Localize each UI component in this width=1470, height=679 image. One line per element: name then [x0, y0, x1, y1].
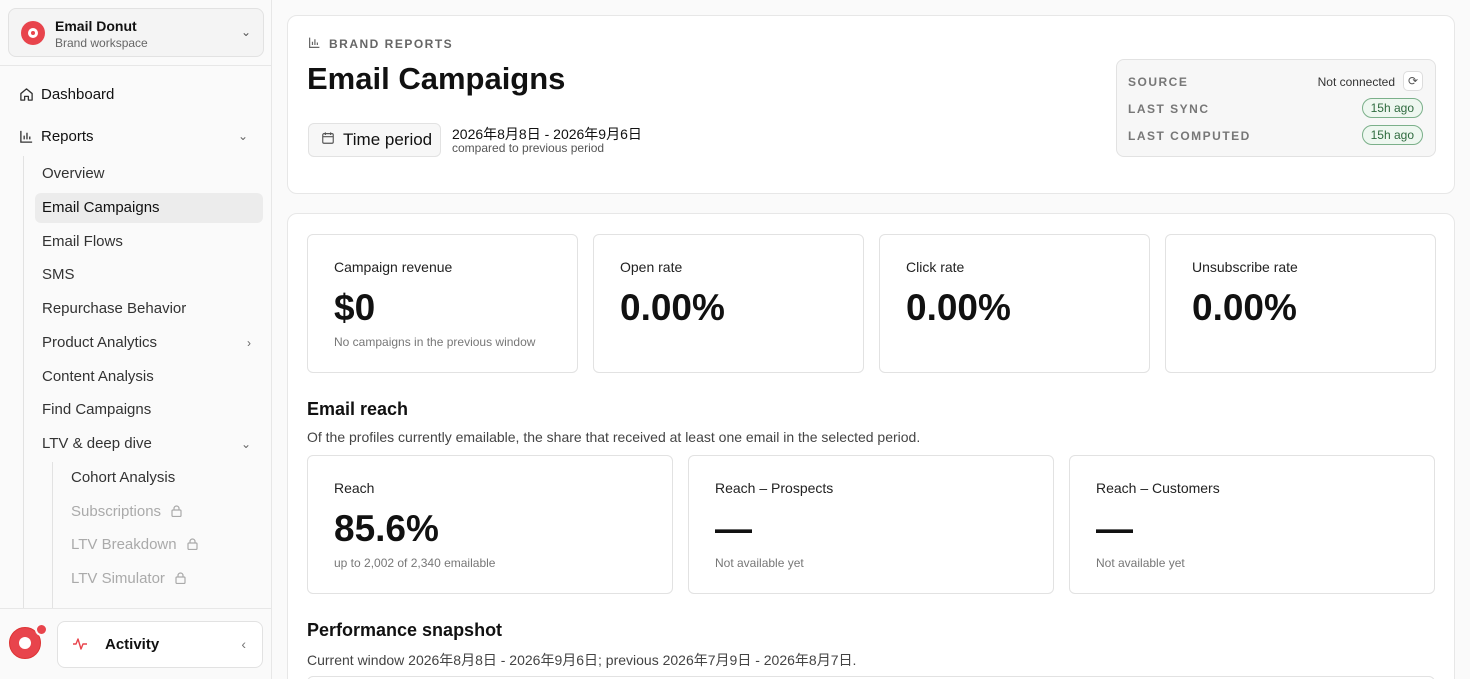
kpi-label: Unsubscribe rate: [1192, 259, 1298, 275]
divider: [0, 608, 271, 609]
calendar-icon: [321, 131, 335, 150]
sidebar-item-product-analytics[interactable]: Product Analytics ›: [35, 328, 263, 358]
kpi-card-click-rate: Click rate 0.00%: [879, 234, 1150, 373]
breadcrumb: BRAND REPORTS: [308, 36, 453, 52]
sidebar-item-repurchase-behavior[interactable]: Repurchase Behavior: [35, 294, 263, 324]
kpi-card-unsubscribe-rate: Unsubscribe rate 0.00%: [1165, 234, 1436, 373]
sidebar-item-email-flows[interactable]: Email Flows: [35, 227, 263, 257]
sidebar-item-ltv-simulator: LTV Simulator: [64, 564, 186, 594]
kpi-label: Reach – Prospects: [715, 480, 834, 496]
kpi-value: 0.00%: [906, 287, 1011, 328]
last-sync-label: LAST SYNC: [1128, 102, 1210, 116]
source-value: Not connected: [1317, 75, 1395, 89]
chevron-down-icon[interactable]: ⌄: [238, 129, 248, 143]
workspace-logo: [21, 21, 45, 45]
sidebar-item-content-analysis[interactable]: Content Analysis: [35, 362, 263, 392]
nav-rail: [52, 462, 53, 608]
lock-icon: [175, 565, 186, 585]
kpi-value: —: [715, 508, 752, 549]
last-computed-label: LAST COMPUTED: [1128, 129, 1251, 143]
divider: [0, 65, 271, 66]
kpi-card-open-rate: Open rate 0.00%: [593, 234, 864, 373]
kpi-value: —: [1096, 508, 1133, 549]
page-header: BRAND REPORTS Email Campaigns Time perio…: [287, 15, 1455, 194]
kpi-value: 85.6%: [334, 508, 439, 549]
nav-dashboard[interactable]: Dashboard: [18, 86, 114, 103]
lock-icon: [171, 498, 182, 518]
comparison-text: compared to previous period: [452, 141, 605, 155]
reach-prospects-card: Reach – Prospects — Not available yet: [688, 455, 1054, 594]
sidebar-item-overview[interactable]: Overview: [35, 159, 263, 189]
sidebar-item-label: LTV & deep dive: [42, 435, 152, 452]
notification-badge: [35, 623, 48, 636]
time-period-label: Time period: [343, 130, 433, 149]
reach-card: Reach 85.6% up to 2,002 of 2,340 emailab…: [307, 455, 673, 594]
kpi-label: Reach: [334, 480, 375, 496]
nav-reports[interactable]: Reports: [18, 128, 94, 145]
kpi-note: Not available yet: [1096, 556, 1185, 570]
sidebar: Email Donut Brand workspace ⌄ Dashboard …: [0, 0, 272, 679]
eyebrow-label: BRAND REPORTS: [329, 37, 454, 51]
page-title: Email Campaigns: [307, 61, 566, 96]
kpi-value: $0: [334, 287, 376, 328]
sidebar-item-label: LTV Simulator: [71, 570, 165, 587]
activity-label: Activity: [105, 636, 160, 653]
chevron-down-icon: ⌄: [240, 25, 251, 39]
home-icon: [18, 87, 34, 103]
status-badge: 15h ago: [1361, 98, 1423, 118]
lock-icon: [187, 531, 198, 551]
sidebar-item-email-campaigns[interactable]: Email Campaigns: [35, 193, 263, 223]
kpi-label: Open rate: [620, 259, 683, 275]
workspace-switcher[interactable]: Email Donut Brand workspace ⌄: [8, 8, 264, 57]
kpi-note: Not available yet: [715, 556, 804, 570]
kpi-label: Reach – Customers: [1096, 480, 1220, 496]
sidebar-item-subscriptions: Subscriptions: [64, 497, 182, 527]
bar-chart-icon: [18, 129, 34, 145]
bar-chart-icon: [308, 36, 321, 52]
sidebar-item-label: Subscriptions: [71, 503, 162, 520]
kpi-label: Click rate: [906, 259, 965, 275]
time-period-button[interactable]: Time period: [308, 123, 441, 157]
kpi-value: 0.00%: [1192, 287, 1297, 328]
nav-reports-label: Reports: [41, 128, 94, 145]
sidebar-item-cohort-analysis[interactable]: Cohort Analysis: [64, 463, 175, 493]
section-title-email-reach: Email reach: [307, 399, 409, 419]
workspace-name: Email Donut: [55, 18, 137, 34]
kpi-label: Campaign revenue: [334, 259, 453, 275]
kpi-card-campaign-revenue: Campaign revenue $0 No campaigns in the …: [307, 234, 578, 373]
pulse-icon: [72, 636, 88, 657]
sidebar-item-ltv-breakdown: LTV Breakdown: [64, 530, 198, 560]
activity-button[interactable]: Activity ‹: [57, 621, 263, 668]
section-title-performance-snapshot: Performance snapshot: [307, 620, 503, 640]
kpi-note: up to 2,002 of 2,340 emailable: [334, 556, 496, 570]
sidebar-item-sms[interactable]: SMS: [35, 260, 263, 290]
chevron-down-icon: ⌄: [240, 437, 251, 451]
refresh-icon[interactable]: ⟳: [1403, 71, 1423, 91]
workspace-subtitle: Brand workspace: [55, 36, 148, 50]
nav-dashboard-label: Dashboard: [41, 86, 115, 103]
section-description: Of the profiles currently emailable, the…: [307, 429, 921, 445]
source-label: SOURCE: [1128, 75, 1189, 89]
sidebar-item-label: LTV Breakdown: [71, 536, 177, 553]
chevron-left-icon: ‹: [241, 636, 246, 652]
kpi-note: No campaigns in the previous window: [334, 335, 536, 349]
kpi-value: 0.00%: [620, 287, 725, 328]
sidebar-item-ltv-deep-dive[interactable]: LTV & deep dive ⌄: [35, 429, 263, 459]
status-badge: 15h ago: [1361, 125, 1423, 145]
nav-rail: [23, 156, 24, 608]
sync-status-panel: SOURCE Not connected ⟳ LAST SYNC 15h ago…: [1116, 59, 1436, 157]
reach-customers-card: Reach – Customers — Not available yet: [1069, 455, 1435, 594]
report-content: Campaign revenue $0 No campaigns in the …: [287, 213, 1455, 679]
section-description: Current window 2026年8月8日 - 2026年9月6日; pr…: [307, 652, 857, 668]
sidebar-item-label: Product Analytics: [42, 334, 158, 351]
sidebar-item-find-campaigns[interactable]: Find Campaigns: [35, 395, 263, 425]
chevron-right-icon: ›: [247, 336, 251, 350]
